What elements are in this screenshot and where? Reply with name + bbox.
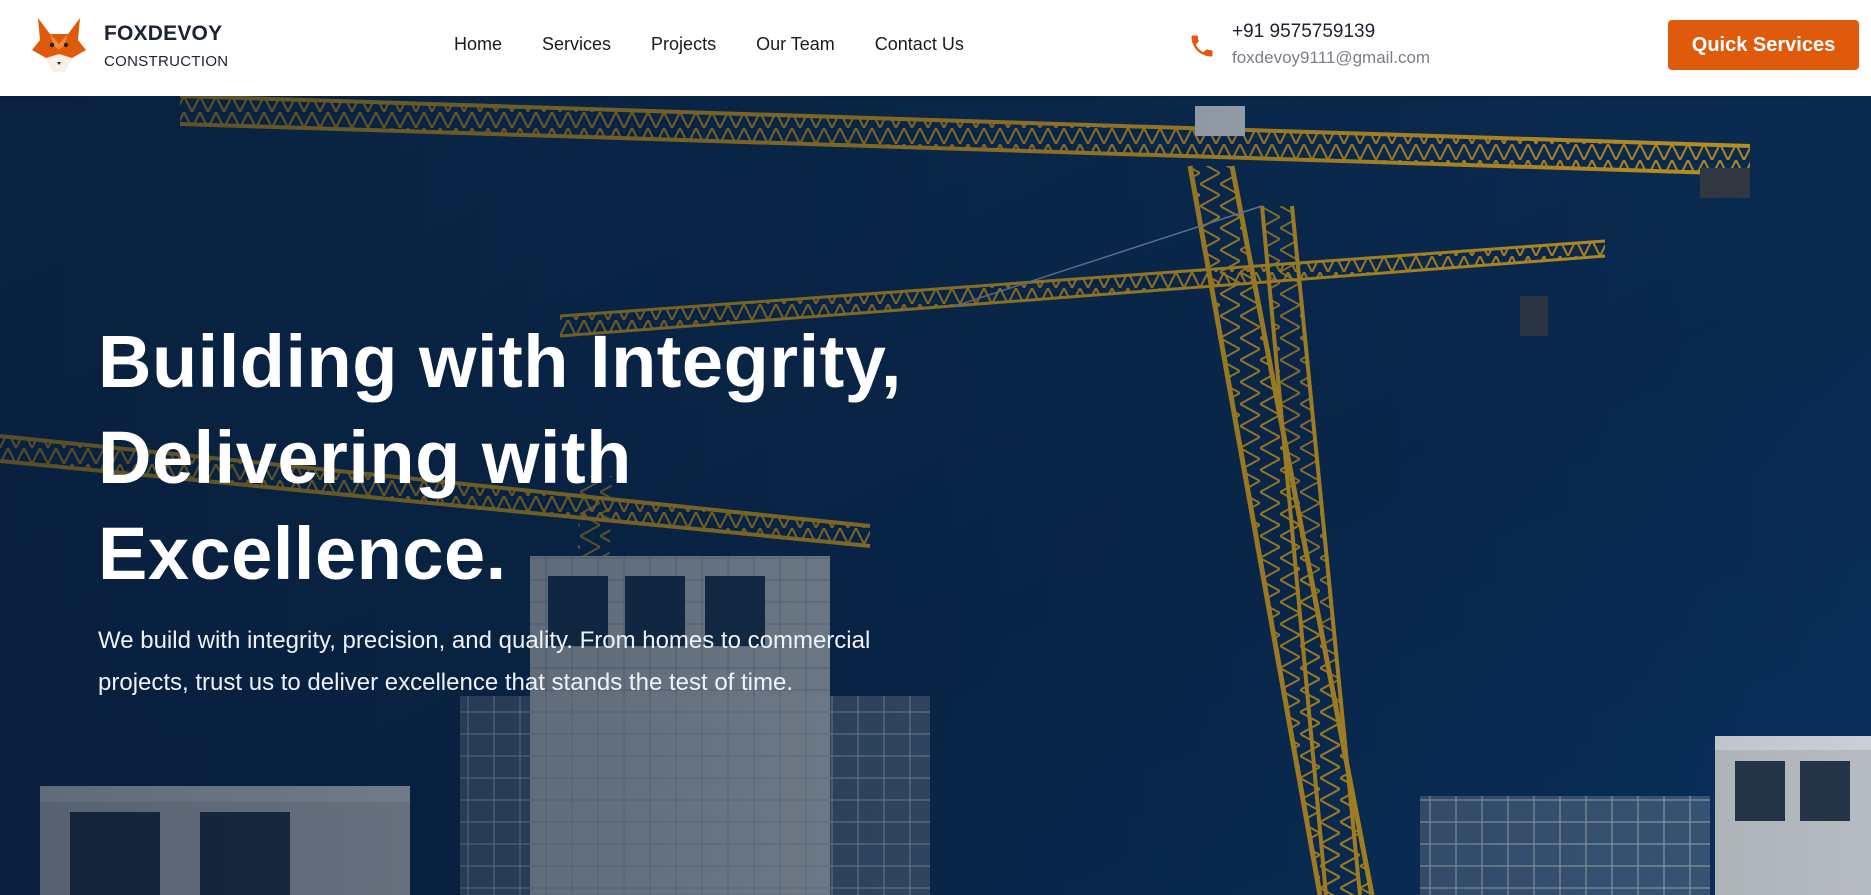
phone-icon [1191, 35, 1213, 57]
nav-our-team[interactable]: Our Team [756, 34, 835, 55]
contact-info: +91 9575759139 foxdevoy9111@gmail.com [1188, 20, 1430, 68]
site-header: FOXDEVOY CONSTRUCTION Home Services Proj… [0, 0, 1871, 96]
hero-subtitle: We build with integrity, precision, and … [98, 627, 871, 696]
quick-services-button[interactable]: Quick Services [1668, 20, 1859, 70]
contact-phone[interactable]: +91 9575759139 [1232, 20, 1430, 44]
hero-section: Building with Integrity, Delivering with… [0, 96, 1871, 895]
brand-subtitle: CONSTRUCTION [104, 52, 229, 70]
nav-projects[interactable]: Projects [651, 34, 716, 55]
hero-title: Building with Integrity, Delivering with… [98, 320, 902, 595]
fox-logo-icon [32, 18, 86, 72]
brand[interactable]: FOXDEVOY CONSTRUCTION [28, 14, 228, 76]
contact-email[interactable]: foxdevoy9111@gmail.com [1232, 48, 1430, 68]
nav-contact-us[interactable]: Contact Us [875, 34, 964, 55]
brand-name: FOXDEVOY [104, 21, 223, 45]
main-nav: Home Services Projects Our Team Contact … [454, 34, 964, 55]
nav-services[interactable]: Services [542, 34, 611, 55]
nav-home[interactable]: Home [454, 34, 502, 55]
